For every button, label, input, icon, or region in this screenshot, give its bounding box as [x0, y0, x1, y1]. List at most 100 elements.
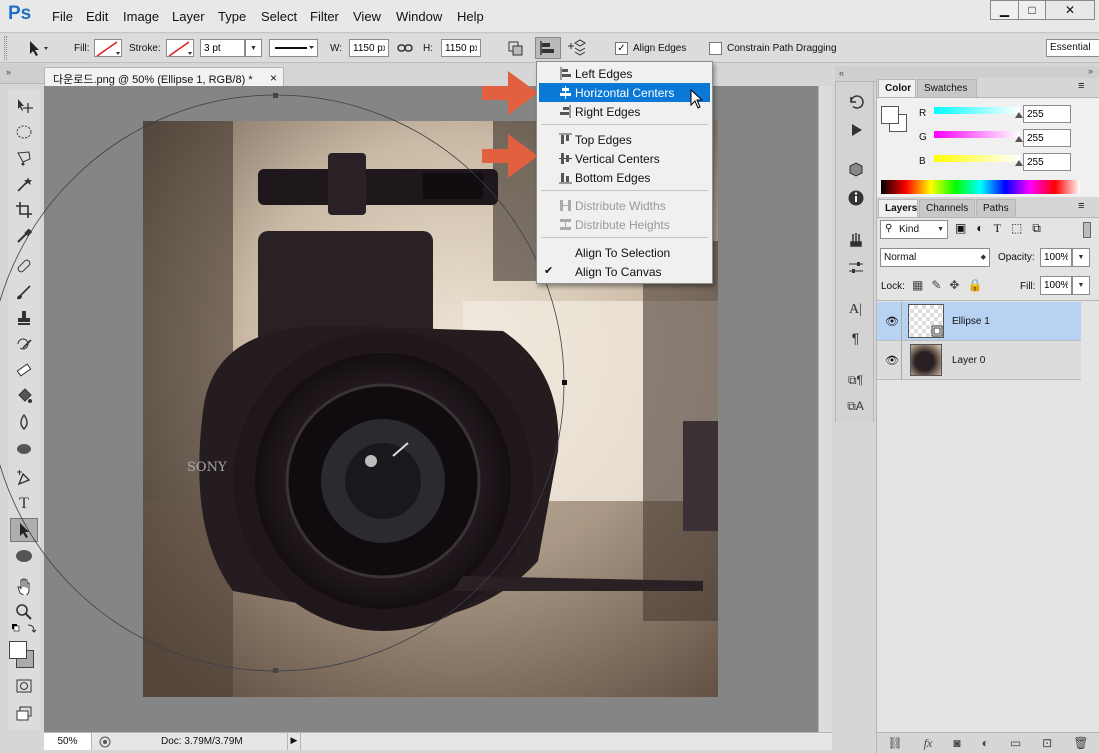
b-slider[interactable]	[934, 155, 1020, 162]
clone-stamp-tool[interactable]	[10, 306, 38, 330]
color-panel-menu-icon[interactable]: ≡	[1078, 80, 1084, 92]
menu-item-align-to-selection[interactable]: Align To Selection	[539, 243, 710, 262]
g-value-input[interactable]	[1023, 129, 1071, 147]
layer-row-layer-0[interactable]: 👁 Layer 0	[877, 341, 1081, 380]
fill-dropdown[interactable]: ▼	[1072, 276, 1090, 295]
menu-file[interactable]: File	[52, 9, 73, 24]
align-edges-checkbox[interactable]: ✓	[615, 42, 628, 55]
menu-edit[interactable]: Edit	[86, 9, 108, 24]
stroke-width-input[interactable]	[200, 39, 245, 57]
new-layer-icon[interactable]: ⊡	[1042, 736, 1052, 750]
opacity-dropdown[interactable]: ▼	[1072, 248, 1090, 267]
3d-panel-button[interactable]	[836, 156, 875, 184]
move-tool[interactable]	[10, 94, 38, 118]
actions-panel-button[interactable]	[836, 116, 875, 144]
history-panel-button[interactable]	[836, 88, 875, 116]
menu-window[interactable]: Window	[396, 9, 442, 24]
menu-layer[interactable]: Layer	[172, 9, 205, 24]
path-operations-button[interactable]	[505, 38, 527, 58]
add-mask-icon[interactable]: ◙	[953, 736, 960, 750]
r-slider-thumb[interactable]	[1015, 112, 1023, 118]
marquee-tool[interactable]	[10, 120, 38, 144]
g-slider[interactable]	[934, 131, 1020, 138]
path-arrangement-button[interactable]	[567, 37, 593, 59]
tab-paths[interactable]: Paths	[976, 199, 1016, 217]
constrain-path-dragging-checkbox[interactable]	[709, 42, 722, 55]
lock-transparency-icon[interactable]: ▦	[912, 278, 923, 294]
tool-preset-picker[interactable]	[22, 38, 52, 58]
filter-smart-object-icon[interactable]: ⧉	[1032, 221, 1041, 239]
path-selection-tool[interactable]	[10, 518, 38, 542]
r-value-input[interactable]	[1023, 105, 1071, 123]
menu-item-bottom-edges[interactable]: Bottom Edges	[539, 168, 710, 187]
eyedropper-tool[interactable]	[10, 224, 38, 248]
filter-shape-icon[interactable]: ⬚	[1011, 221, 1022, 239]
color-panel-fg-swatch[interactable]	[881, 106, 899, 124]
filter-toggle[interactable]	[1083, 222, 1091, 238]
tab-swatches[interactable]: Swatches	[917, 79, 977, 97]
link-layers-icon[interactable]: ⛓	[887, 736, 902, 750]
filter-pixel-icon[interactable]: ▣	[955, 221, 966, 239]
sponge-tool[interactable]	[10, 436, 38, 460]
menu-select[interactable]: Select	[261, 9, 297, 24]
visibility-eye-icon[interactable]: 👁	[885, 315, 899, 328]
blend-mode-dropdown[interactable]: Normal ◆	[880, 248, 990, 267]
filter-type-icon[interactable]: T	[994, 221, 1001, 239]
pen-tool[interactable]	[10, 466, 38, 490]
menu-help[interactable]: Help	[457, 9, 484, 24]
document-tab[interactable]: 다운로드.png @ 50% (Ellipse 1, RGB/8) * ×	[44, 67, 284, 86]
width-input[interactable]	[349, 39, 389, 57]
character-styles-button[interactable]: ⧉A	[836, 392, 875, 420]
paragraph-styles-button[interactable]: ⧉¶	[836, 366, 875, 394]
collapse-toolbar-icon[interactable]: »	[6, 67, 11, 77]
link-dimensions-button[interactable]	[397, 41, 413, 55]
g-slider-thumb[interactable]	[1015, 136, 1023, 142]
color-spectrum-bar[interactable]	[881, 180, 1080, 194]
brush-tool[interactable]	[10, 280, 38, 304]
maximize-button[interactable]: □	[1018, 0, 1046, 20]
r-slider[interactable]	[934, 107, 1020, 114]
blur-tool[interactable]	[10, 410, 38, 434]
tab-color[interactable]: Color	[878, 79, 916, 97]
lock-all-icon[interactable]: 🔒	[967, 278, 982, 294]
menu-item-right-edges[interactable]: Right Edges	[539, 102, 710, 121]
hand-tool[interactable]	[10, 574, 38, 598]
close-button[interactable]: ✕	[1045, 0, 1095, 20]
quick-mask-button[interactable]	[10, 674, 38, 698]
delete-layer-icon[interactable]: 🗑	[1073, 736, 1088, 750]
vertical-scrollbar[interactable]	[818, 86, 832, 732]
ellipse-tool[interactable]	[10, 544, 38, 568]
paragraph-panel-button[interactable]: ¶	[836, 324, 875, 352]
zoom-level-field[interactable]: 50%	[44, 733, 92, 750]
opacity-input[interactable]	[1040, 248, 1072, 267]
layer-style-icon[interactable]: fx	[924, 736, 933, 751]
new-group-icon[interactable]: ▭	[1010, 736, 1021, 750]
foreground-color-swatch[interactable]	[9, 641, 27, 659]
tab-layers[interactable]: Layers	[878, 199, 918, 217]
layers-panel-menu-icon[interactable]: ≡	[1078, 200, 1084, 212]
stroke-width-dropdown[interactable]: ▼	[245, 39, 262, 57]
character-panel-button[interactable]: A|	[836, 296, 875, 324]
layer-row-ellipse-1[interactable]: 👁 Ellipse 1	[877, 302, 1081, 341]
new-adjustment-icon[interactable]: ◐	[982, 736, 989, 750]
lasso-tool[interactable]	[10, 146, 38, 170]
collapse-right-panels-icon[interactable]: »	[1088, 66, 1093, 76]
menu-image[interactable]: Image	[123, 9, 159, 24]
stroke-swatch[interactable]	[166, 39, 194, 57]
menu-item-horizontal-centers[interactable]: Horizontal Centers	[539, 83, 710, 102]
lock-image-icon[interactable]: ✎	[931, 278, 941, 294]
zoom-tool[interactable]	[10, 600, 38, 624]
info-panel-button[interactable]	[836, 184, 875, 212]
stroke-type-dropdown[interactable]	[269, 39, 318, 57]
eraser-tool[interactable]	[10, 358, 38, 382]
tab-channels[interactable]: Channels	[919, 199, 975, 217]
b-value-input[interactable]	[1023, 153, 1071, 171]
type-tool[interactable]: T	[10, 492, 38, 516]
menu-item-left-edges[interactable]: Left Edges	[539, 64, 710, 83]
menu-item-top-edges[interactable]: Top Edges	[539, 130, 710, 149]
menu-item-align-to-canvas[interactable]: ✔ Align To Canvas	[539, 262, 710, 281]
visibility-eye-icon[interactable]: 👁	[885, 354, 899, 367]
quick-selection-tool[interactable]	[10, 172, 38, 196]
color-swap-controls[interactable]	[10, 622, 38, 636]
menu-view[interactable]: View	[353, 9, 381, 24]
